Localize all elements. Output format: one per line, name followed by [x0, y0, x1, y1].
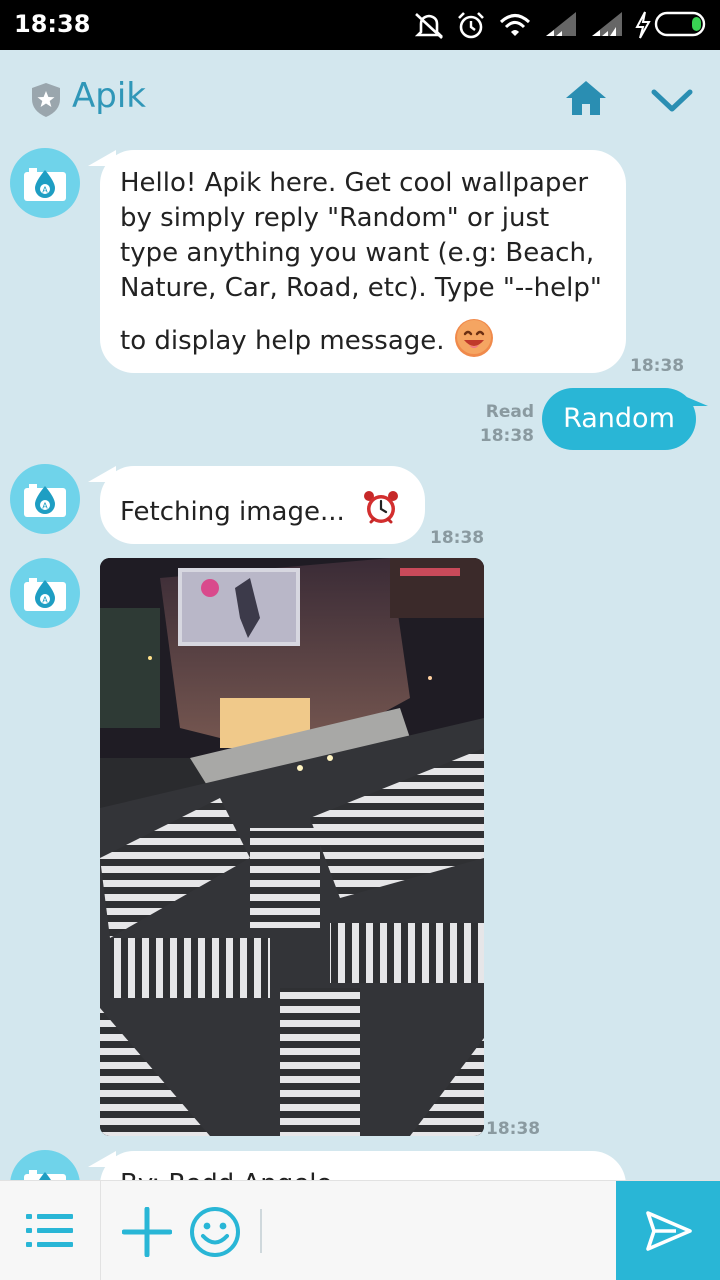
svg-text:A: A: [42, 502, 48, 511]
bot-avatar[interactable]: A: [10, 148, 80, 218]
camera-drop-icon: A: [24, 484, 66, 517]
divider: [100, 1181, 101, 1280]
wallpaper-image[interactable]: [100, 558, 484, 1136]
chat-header: Apik: [0, 50, 720, 146]
message-line: Hello! Apik here. Get cool wallpaper: [120, 168, 589, 198]
collapse-button[interactable]: [650, 80, 694, 120]
message-bubble[interactable]: Hello! Apik here. Get cool wallpaper by …: [100, 150, 626, 373]
home-icon: [566, 81, 606, 115]
svg-text:A: A: [42, 596, 48, 605]
signal-icon: [546, 12, 576, 36]
mute-icon: [414, 13, 444, 39]
message-time: 18:38: [486, 1119, 541, 1139]
read-label: Read: [485, 402, 534, 422]
message-time: 18:38: [630, 356, 685, 376]
bot-avatar[interactable]: A: [10, 558, 80, 628]
emoji-icon: [190, 1207, 240, 1257]
alarm-clock-icon: [364, 491, 398, 524]
city-crosswalk-night-photo: [100, 558, 484, 1136]
composer-bar: [0, 1180, 720, 1280]
read-receipt: Read 18:38: [478, 400, 534, 448]
message-line: by simply reply "Random" or just: [120, 203, 550, 233]
shield-star-icon: [32, 83, 60, 117]
smiling-face-icon: [455, 319, 493, 357]
camera-drop-icon: A: [24, 578, 66, 611]
menu-button[interactable]: [26, 1211, 74, 1251]
camera-drop-icon: A: [24, 168, 66, 201]
alarm-icon: [458, 12, 484, 39]
wifi-icon: [499, 14, 531, 36]
send-button[interactable]: [616, 1181, 720, 1280]
svg-text:A: A: [42, 186, 48, 195]
home-button[interactable]: [564, 78, 608, 118]
bot-avatar[interactable]: A: [10, 464, 80, 534]
outgoing-message-bubble[interactable]: Random: [542, 388, 696, 450]
battery-icon: [654, 11, 706, 37]
charging-icon: [635, 11, 651, 39]
signal-icon: [592, 12, 622, 36]
message-line: type anything you want (e.g: Beach,: [120, 238, 595, 268]
message-bubble[interactable]: Fetching image...: [100, 466, 425, 544]
message-line: Nature, Car, Road, etc). Type "--help": [120, 273, 602, 303]
send-icon: [646, 1211, 692, 1251]
status-bar: 18:38: [0, 0, 720, 50]
menu-icon: [26, 1214, 73, 1247]
status-time: 18:38: [14, 10, 91, 38]
emoji-button[interactable]: [188, 1205, 242, 1259]
plus-icon: [122, 1207, 172, 1257]
message-time: 18:38: [430, 528, 485, 548]
message-text: Fetching image...: [120, 497, 345, 527]
chat-title: Apik: [72, 76, 146, 116]
chevron-down-icon: [651, 89, 693, 112]
message-input[interactable]: [260, 1209, 262, 1253]
add-button[interactable]: [122, 1207, 172, 1257]
message-time: 18:38: [479, 426, 534, 446]
message-line: to display help message.: [120, 326, 445, 356]
